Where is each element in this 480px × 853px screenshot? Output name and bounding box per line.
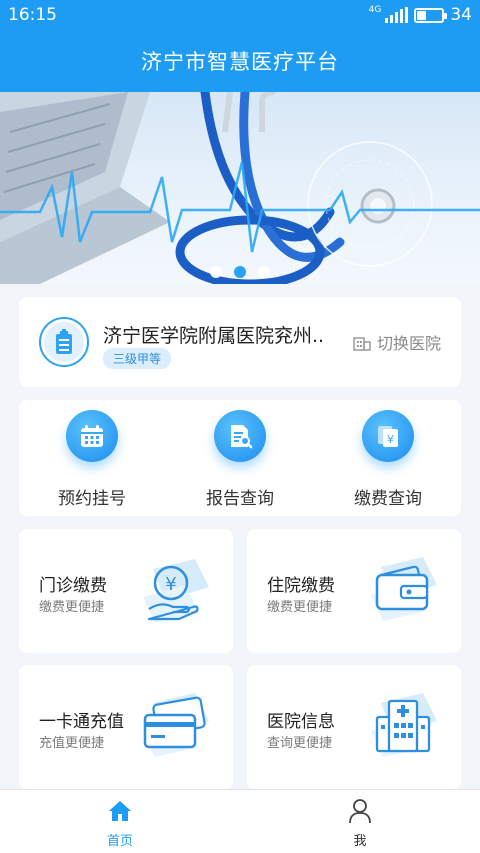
quick-action-appointment[interactable]: 预约挂号	[32, 410, 152, 509]
tile-title: 住院缴费	[267, 576, 335, 596]
tab-label: 我	[353, 834, 367, 849]
signal-icon	[385, 7, 409, 23]
quick-action-label: 报告查询	[206, 489, 274, 509]
hospital-name: 济宁医学院附属医院兖州..	[103, 325, 325, 347]
report-search-icon	[231, 425, 253, 449]
hospital-logo	[39, 317, 89, 367]
svg-text:¥: ¥	[387, 433, 394, 446]
network-type: 4G	[368, 5, 382, 15]
tile-subtitle: 充值更便捷	[39, 736, 105, 751]
tile-inpatient-payment[interactable]: 住院缴费 缴费更便捷	[247, 529, 461, 653]
banner-carousel[interactable]	[0, 92, 480, 284]
hospital-card[interactable]: 济宁医学院附属医院兖州.. 三级甲等 切换医院	[19, 297, 461, 387]
banner-image	[0, 92, 480, 284]
tab-me[interactable]: 我	[320, 798, 400, 849]
tile-title: 医院信息	[267, 712, 335, 732]
coin-hand-icon: ¥	[143, 559, 209, 623]
quick-action-label: 缴费查询	[354, 489, 422, 509]
building-icon	[353, 337, 371, 351]
tile-title: 门诊缴费	[39, 576, 107, 596]
carousel-dot[interactable]	[258, 266, 270, 278]
quick-action-report[interactable]: 报告查询	[180, 410, 300, 509]
switch-hospital-button[interactable]: 切换医院	[353, 330, 441, 354]
tile-subtitle: 缴费更便捷	[267, 600, 333, 615]
home-icon	[109, 801, 131, 821]
switch-hospital-label: 切换医院	[376, 334, 441, 353]
quick-action-label: 预约挂号	[58, 489, 126, 509]
carousel-indicators	[0, 266, 480, 278]
battery-icon	[414, 7, 448, 23]
hospital-icon	[56, 329, 72, 354]
tile-title: 一卡通充值	[39, 712, 124, 732]
status-time: 16:15	[8, 5, 57, 25]
carousel-dot[interactable]	[234, 266, 246, 278]
tile-outpatient-payment[interactable]: 门诊缴费 缴费更便捷 ¥	[19, 529, 233, 653]
quick-action-payment-query[interactable]: ¥ 缴费查询	[328, 410, 448, 509]
tab-label: 首页	[106, 834, 133, 849]
card-icon	[143, 693, 209, 757]
tile-card-recharge[interactable]: 一卡通充值 充值更便捷	[19, 665, 233, 789]
page-title: 济宁市智慧医疗平台	[141, 50, 339, 74]
tab-home[interactable]: 首页	[80, 798, 160, 849]
payment-query-icon: ¥	[378, 426, 398, 447]
app-header: 济宁市智慧医疗平台	[0, 30, 480, 92]
hospital-building-icon	[371, 693, 437, 757]
user-icon	[349, 799, 371, 824]
hospital-level-badge: 三级甲等	[103, 348, 172, 369]
bottom-tab-bar: 首页 我	[0, 789, 480, 853]
tile-hospital-info[interactable]: 医院信息 查询更便捷	[247, 665, 461, 789]
tile-subtitle: 查询更便捷	[267, 736, 333, 751]
status-bar: 16:15 4G 34	[0, 0, 480, 30]
svg-text:¥: ¥	[165, 574, 176, 595]
calendar-icon	[81, 425, 103, 447]
carousel-dot[interactable]	[210, 266, 222, 278]
quick-actions-card: 预约挂号 报告查询 ¥ 缴费查询	[19, 400, 461, 516]
wallet-icon	[371, 557, 437, 621]
tile-subtitle: 缴费更便捷	[39, 600, 105, 615]
battery-percent: 34	[450, 5, 472, 25]
